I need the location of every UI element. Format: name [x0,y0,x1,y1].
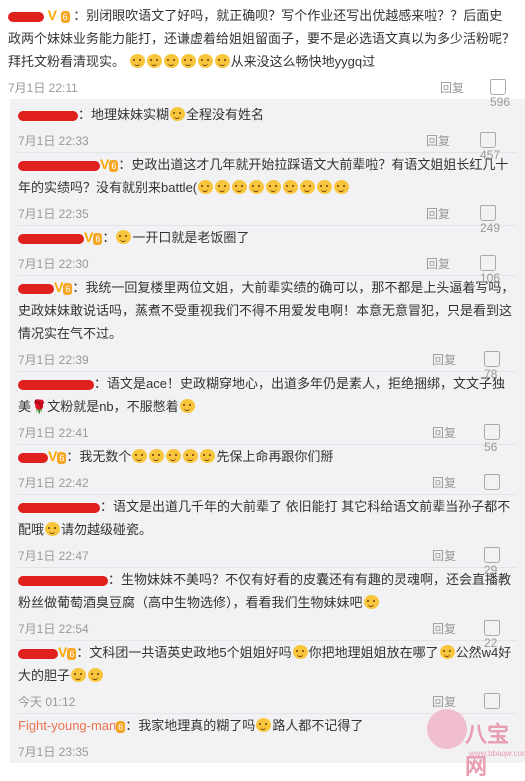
reply-item: ：语文是出道几千年的大前辈了 依旧能打 其它科给语文前辈当孙子都不配哦 请勿越级碰… [18,495,517,577]
emoji-icon [183,449,199,463]
reply-button[interactable]: 回复 [432,620,456,637]
emoji-icon [71,668,87,682]
emoji-icon [292,645,308,659]
like-button[interactable]: 249 [480,205,517,235]
thumbs-up-icon [484,620,500,636]
verified-icon: V [47,7,57,23]
username-redacted[interactable] [18,160,100,171]
username-redacted[interactable] [18,283,54,294]
like-button[interactable]: 596 [490,79,515,109]
emoji-icon [149,449,165,463]
username-redacted[interactable] [8,11,44,22]
level-icon: 6 [93,232,103,245]
main-comment-meta: 7月1日 22:11 回复 596 [8,73,515,109]
thumbs-up-icon [490,79,506,95]
emoji-icon [132,449,148,463]
username-redacted[interactable] [18,233,84,244]
emoji-icon [214,54,230,68]
emoji-icon [439,645,455,659]
main-comment: V 6 ：别闭眼吹语文了好吗，就正确呗？写个作业还写出优越感来啦？？后面史政两个… [0,0,525,109]
emoji-icon [180,54,196,68]
reply-button[interactable]: 回复 [440,79,464,96]
like-button[interactable]: 22 [484,620,517,650]
like-button[interactable]: 29 [484,547,517,577]
verified-icon: V [84,229,94,245]
thumbs-up-icon [484,351,500,367]
verified-icon: V [48,448,58,464]
like-button[interactable]: 457 [480,132,517,162]
verified-icon: V [54,279,64,295]
emoji-icon [197,54,213,68]
reply-list: ：地理妹妹实糊 全程没有姓名 7月1日 22:33 回复 457 V 6 ：史政出道这才几… [10,99,525,763]
thumbs-up-icon [480,255,496,271]
username-redacted[interactable] [18,648,58,659]
reply-button[interactable]: 回复 [432,424,456,441]
username-redacted[interactable] [18,379,94,390]
emoji-icon [116,230,132,244]
emoji-icon [166,449,182,463]
username[interactable]: Fight-young-man [18,718,116,733]
like-button[interactable] [484,474,504,490]
reply-button[interactable]: 回复 [432,351,456,368]
reply-button[interactable]: 回复 [432,547,456,564]
rose-icon: 🌹 [31,399,48,414]
emoji-icon [317,180,333,194]
emoji-icon [200,449,216,463]
reply-item: V 6 ：文科团一共语英史政地5个姐姐好吗 你把地理姐姐放在哪了 公然w4好大的胆子 今… [18,641,517,714]
verified-icon: V [100,156,110,172]
thumbs-up-icon [480,132,496,148]
emoji-icon [215,180,231,194]
level-icon: 6 [109,159,119,172]
thumbs-up-icon [484,547,500,563]
emoji-icon [170,107,186,121]
thumbs-up-icon [484,424,500,440]
thumbs-up-icon [480,205,496,221]
emoji-icon [283,180,299,194]
level-icon: 6 [67,647,77,660]
reply-item: V 6 ：史政出道这才几年就开始拉踩语文大前辈啦？有语文姐姐长红几十年的实绩吗？没有… [18,153,517,235]
reply-item: V 6 ：我无数个 先保上命再跟你们掰 7月1日 22:42 回复 [18,445,517,495]
emoji-icon [146,54,162,68]
username-redacted[interactable] [18,452,48,463]
username-redacted[interactable] [18,502,100,513]
emoji-icon [179,399,195,413]
verified-icon: V [58,644,68,660]
main-comment-text: V 6 ：别闭眼吹语文了好吗，就正确呗？写个作业还写出优越感来啦？？后面史政两个… [8,7,516,69]
emoji-icon [88,668,104,682]
reply-button[interactable]: 回复 [426,205,450,222]
username-redacted[interactable] [18,575,108,586]
emoji-icon [232,180,248,194]
level-icon: 6 [116,720,126,733]
level-icon: 6 [63,282,73,295]
watermark-logo-icon [427,709,467,749]
reply-item: ：生物妹妹不美吗？不仅有好看的皮囊还有有趣的灵魂啊，还会直播教粉丝做葡萄酒臭豆腐… [18,568,517,650]
timestamp: 7月1日 22:11 [8,81,78,95]
like-button[interactable]: 56 [484,424,517,454]
emoji-icon [363,595,379,609]
reply-item: ：地理妹妹实糊 全程没有姓名 7月1日 22:33 回复 457 [18,103,517,162]
reply-item: V 6 ：我统一回复楼里两位文姐，大前辈实绩的确可以，那不都是上头逼着写吗，史政妹妹… [18,276,517,381]
emoji-icon [249,180,265,194]
reply-button[interactable]: 回复 [426,132,450,149]
emoji-icon [300,180,316,194]
emoji-icon [334,180,350,194]
username-redacted[interactable] [18,110,78,121]
level-icon: 6 [60,10,70,23]
level-icon: 6 [57,451,67,464]
emoji-icon [198,180,214,194]
emoji-icon [129,54,145,68]
watermark: 八宝网 www.bbaqw.com [425,705,525,780]
thumbs-up-icon [484,474,500,490]
reply-item: V 6：一开口就是老饭圈了 7月1日 22:30 回复 106 [18,226,517,285]
reply-item: ：语文是ace！史政糊穿地心，出道多年仍是素人，拒绝捆绑，文文子独美🌹文粉就是n… [18,372,517,454]
emoji-icon [256,718,272,732]
reply-button[interactable]: 回复 [432,474,456,491]
emoji-icon [266,180,282,194]
like-button[interactable]: 78 [484,351,517,381]
reply-button[interactable]: 回复 [426,255,450,272]
emoji-icon [45,522,61,536]
emoji-icon [163,54,179,68]
like-button[interactable]: 106 [480,255,517,285]
